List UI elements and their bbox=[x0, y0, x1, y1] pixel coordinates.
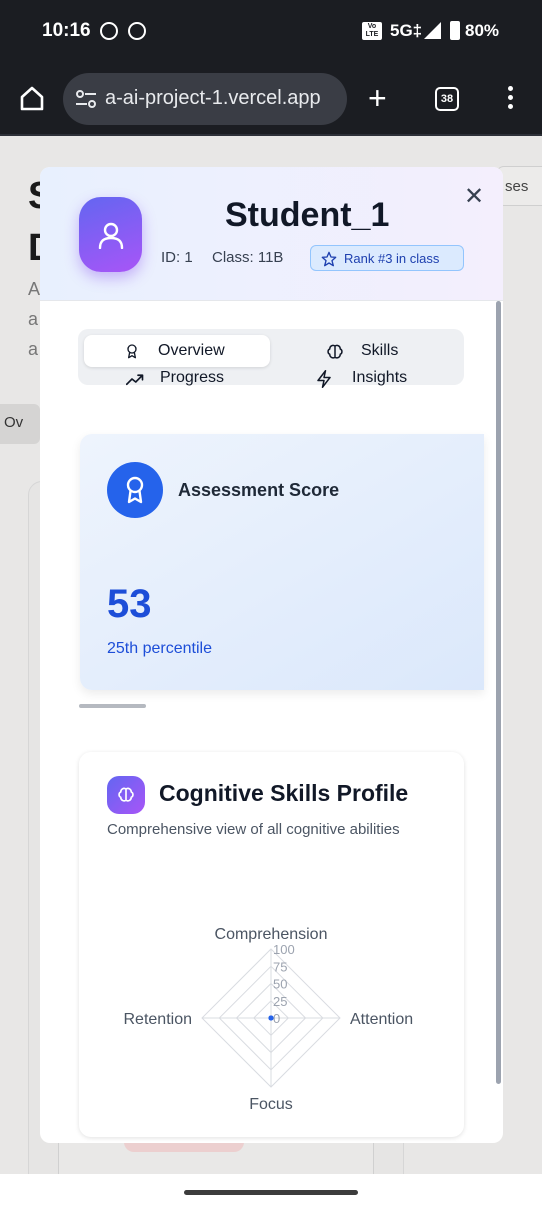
radar-axis-label: Focus bbox=[249, 1096, 293, 1113]
tab-progress[interactable]: Progress bbox=[84, 368, 270, 392]
radar-tick-label: 75 bbox=[273, 959, 287, 974]
radar-tick-label: 50 bbox=[273, 977, 287, 992]
signal-icon bbox=[424, 22, 441, 39]
system-nav-bar bbox=[0, 1174, 542, 1206]
score-percentile: 25th percentile bbox=[107, 640, 212, 657]
status-time: 10:16 bbox=[42, 20, 91, 41]
url-text: a-ai-project-1.vercel.app bbox=[105, 87, 321, 109]
address-bar[interactable]: a-ai-project-1.vercel.app bbox=[63, 73, 347, 125]
app-notification-icon bbox=[128, 22, 146, 40]
radar-axis-label: Retention bbox=[124, 1011, 193, 1028]
user-icon bbox=[98, 222, 124, 249]
student-name: Student_1 bbox=[225, 196, 390, 234]
tab-insights-label: Insights bbox=[352, 369, 408, 386]
brain-icon bbox=[327, 344, 343, 359]
avatar bbox=[79, 197, 142, 272]
tab-switcher-button[interactable]: 38 bbox=[435, 87, 459, 111]
radar-tick-label: 25 bbox=[273, 994, 287, 1009]
modal-scrollbar[interactable] bbox=[496, 301, 501, 1084]
new-tab-icon[interactable]: + bbox=[368, 82, 387, 114]
site-settings-icon[interactable] bbox=[75, 89, 97, 109]
tab-insights[interactable]: Insights bbox=[276, 368, 458, 392]
star-icon bbox=[321, 251, 337, 267]
tab-overview-label: Overview bbox=[158, 342, 225, 359]
rank-text: Rank #3 in class bbox=[344, 251, 440, 266]
radar-axis-label: Comprehension bbox=[215, 926, 328, 943]
home-icon[interactable] bbox=[18, 84, 46, 112]
radar-tick-label: 100 bbox=[273, 942, 295, 957]
tab-bar: Overview Skills Progress Insights bbox=[78, 329, 464, 388]
cards-horizontal-scrollbar[interactable] bbox=[79, 704, 146, 708]
network-type: 5G‡ bbox=[390, 21, 423, 40]
student-detail-modal: Student_1 ID: 1 Class: 11B Rank #3 in cl… bbox=[40, 167, 503, 1143]
background-tab: Ov bbox=[0, 404, 40, 444]
radar-tick-label: 0 bbox=[273, 1011, 280, 1026]
radar-chart: 100 75 50 25 0 Comprehension Attention Focus Ret… bbox=[124, 926, 414, 1113]
tab-skills-label: Skills bbox=[361, 342, 399, 359]
tab-skills[interactable]: Skills bbox=[276, 335, 458, 367]
more-menu-icon[interactable] bbox=[505, 86, 515, 114]
gesture-handle[interactable] bbox=[184, 1190, 358, 1195]
modal-header: Student_1 ID: 1 Class: 11B Rank #3 in cl… bbox=[40, 167, 503, 301]
award-icon bbox=[127, 344, 137, 359]
assessment-score-card: Assessment Score 53 25th percentile bbox=[80, 434, 484, 690]
close-button[interactable]: ✕ bbox=[464, 185, 484, 209]
status-bar: 10:16 Vo LTE 5G‡ 80% bbox=[0, 0, 542, 62]
tab-overview[interactable]: Overview bbox=[84, 335, 270, 367]
battery-level: 80% bbox=[465, 21, 500, 40]
student-class: Class: 11B bbox=[212, 249, 284, 266]
browser-toolbar: a-ai-project-1.vercel.app + 38 bbox=[0, 62, 542, 136]
battery-icon bbox=[450, 21, 460, 40]
score-value: 53 bbox=[107, 582, 152, 626]
score-card-title: Assessment Score bbox=[178, 480, 340, 500]
volte-icon: Vo LTE bbox=[362, 22, 382, 40]
zap-icon bbox=[317, 370, 331, 388]
trending-up-icon bbox=[126, 374, 144, 386]
chrome-notification-icon bbox=[100, 22, 118, 40]
tab-progress-label: Progress bbox=[160, 369, 225, 386]
radar-data-point bbox=[268, 1015, 274, 1021]
rank-badge: Rank #3 in class bbox=[310, 245, 464, 271]
student-id: ID: 1 bbox=[161, 249, 193, 266]
cognitive-skills-card: Cognitive Skills Profile Comprehensive v… bbox=[79, 752, 464, 1137]
background-text: Aaa bbox=[28, 279, 41, 359]
award-icon bbox=[107, 462, 163, 518]
radar-axis-label: Attention bbox=[350, 1011, 413, 1028]
